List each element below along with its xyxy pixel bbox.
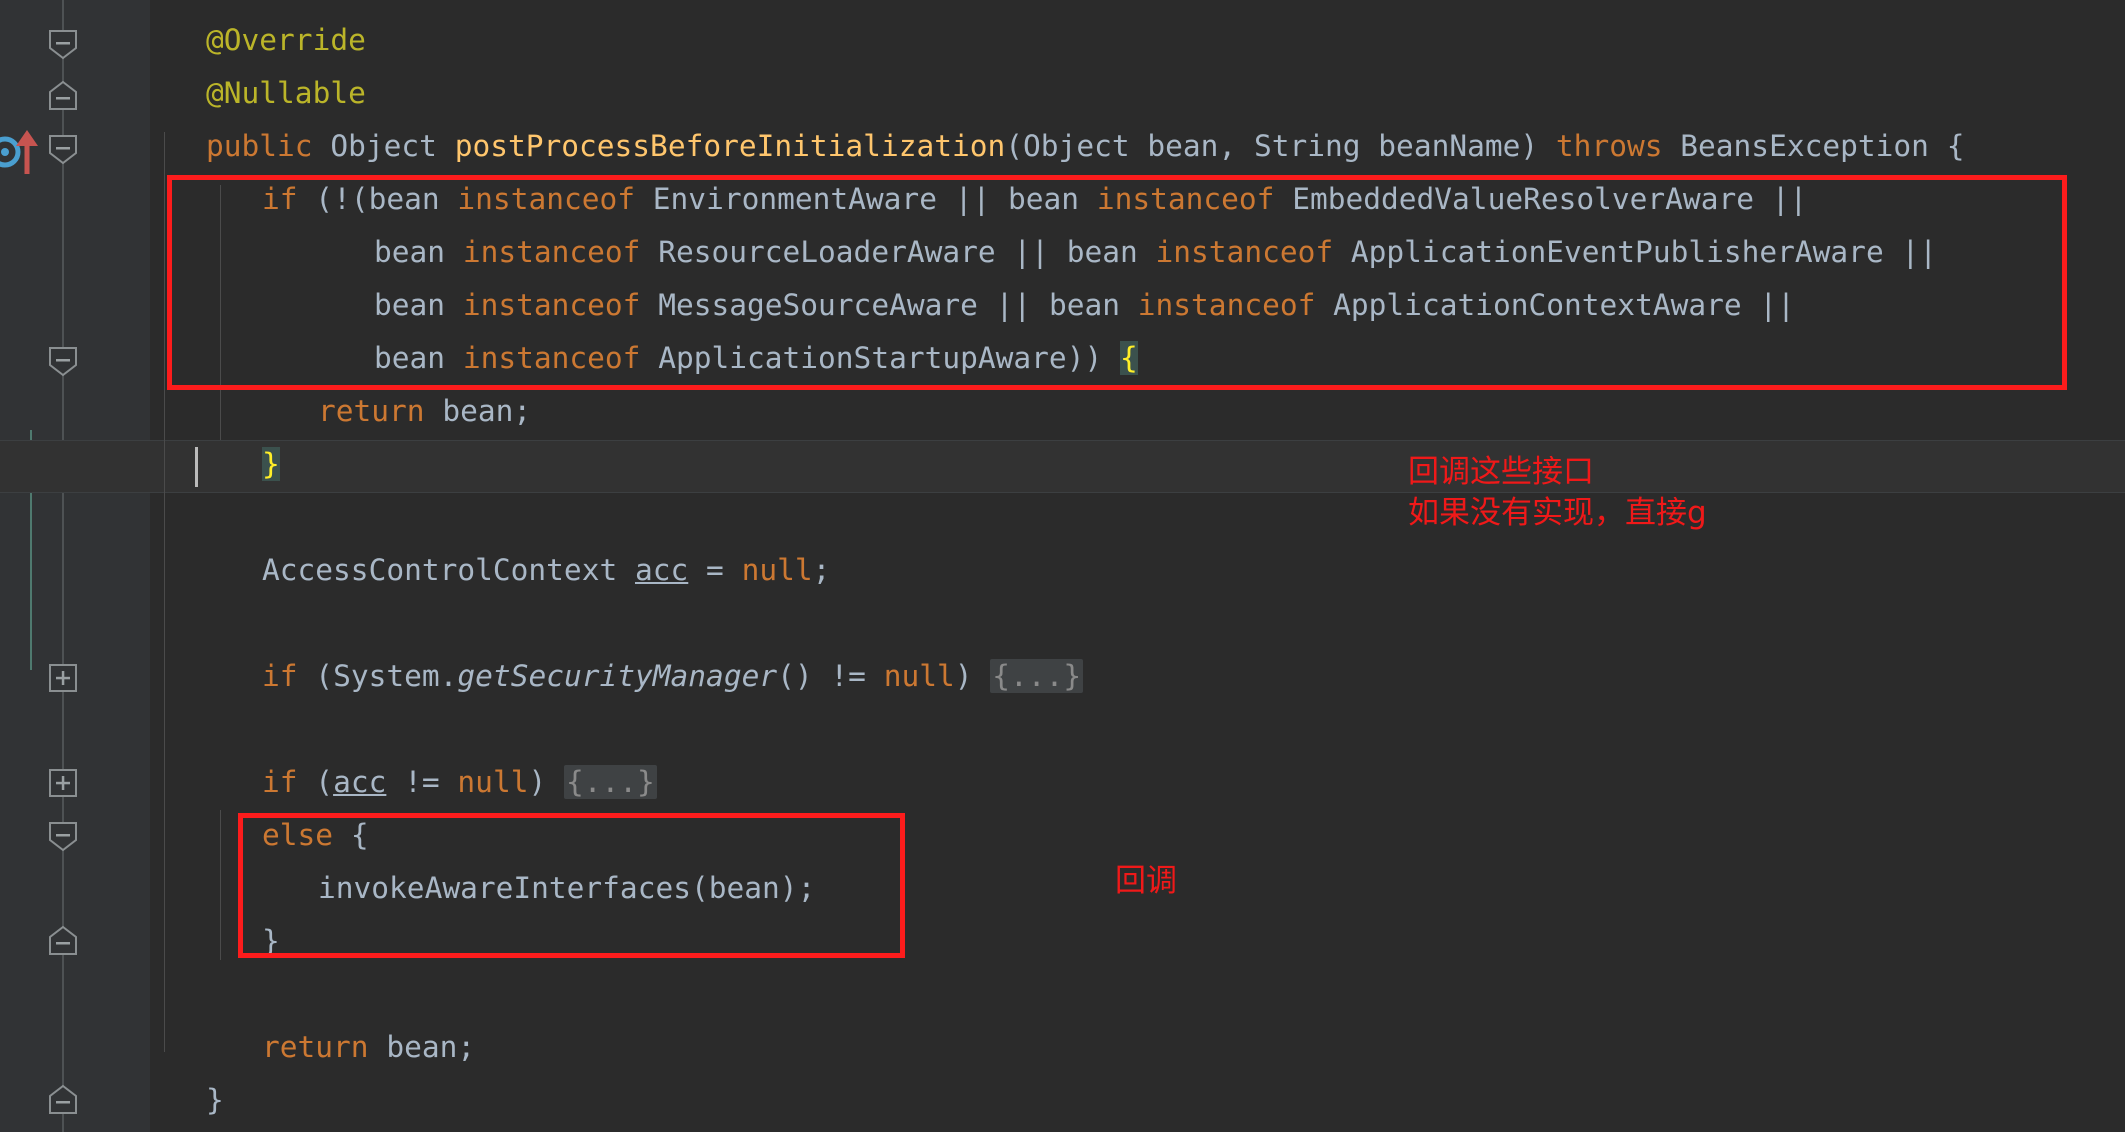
code-line-text: return bean; xyxy=(262,1030,476,1064)
code-line-text: @Override xyxy=(206,23,366,57)
code-line[interactable]: } xyxy=(150,438,2125,491)
code-line[interactable] xyxy=(150,968,2125,1021)
callback-interfaces-note-line-1: 回调这些接口 xyxy=(1408,454,1594,490)
code-editor-area[interactable]: @Override @Nullable public Object postProc… xyxy=(0,0,2125,1132)
code-line-text: return bean; xyxy=(318,394,532,428)
code-line-text: } xyxy=(262,924,280,958)
callback-interfaces-note-line-2: 如果没有实现，直接g xyxy=(1408,495,1707,531)
code-line[interactable]: if (acc != null) {...} xyxy=(150,756,2125,809)
code-line-text: else { xyxy=(262,818,369,852)
code-line[interactable] xyxy=(150,491,2125,544)
code-line[interactable]: } xyxy=(150,1074,2125,1127)
text-caret xyxy=(195,447,198,487)
matched-brace: } xyxy=(262,447,280,481)
code-line[interactable]: } xyxy=(150,915,2125,968)
callback-note-line-1: 回调 xyxy=(1115,863,1177,899)
fold-start-override-marker[interactable] xyxy=(47,28,79,60)
code-line[interactable]: else { xyxy=(150,809,2125,862)
code-line-text: bean instanceof ResourceLoaderAware || b… xyxy=(374,235,1938,269)
code-line-text: if (System.getSecurityManager() != null)… xyxy=(262,659,1084,693)
matched-brace: { xyxy=(1119,341,1138,375)
editor-gutter[interactable] xyxy=(0,0,150,1132)
code-line-text: public Object postProcessBeforeInitializ… xyxy=(206,129,1965,163)
code-line[interactable]: bean instanceof MessageSourceAware || be… xyxy=(150,279,2125,332)
fold-end-annotations-marker[interactable] xyxy=(47,80,79,112)
code-line-text: } xyxy=(262,438,280,491)
fold-collapsed-acc-marker[interactable] xyxy=(47,767,79,799)
code-line[interactable]: if (!(bean instanceof EnvironmentAware |… xyxy=(150,173,2125,226)
code-line[interactable]: public Object postProcessBeforeInitializ… xyxy=(150,120,2125,173)
idea-editor-window: @Override @Nullable public Object postProc… xyxy=(0,0,2125,1132)
code-line[interactable] xyxy=(150,597,2125,650)
code-line-text: @Nullable xyxy=(206,76,366,110)
code-line[interactable]: bean instanceof ApplicationStartupAware)… xyxy=(150,332,2125,385)
callback-note: 回调 xyxy=(1115,861,1177,902)
code-line[interactable]: return bean; xyxy=(150,1021,2125,1074)
collapsed-block-placeholder[interactable]: {...} xyxy=(990,659,1084,693)
fold-collapsed-security-marker[interactable] xyxy=(47,662,79,694)
fold-start-else-marker[interactable] xyxy=(47,820,79,852)
code-line[interactable]: if (System.getSecurityManager() != null)… xyxy=(150,650,2125,703)
fold-end-method-marker[interactable] xyxy=(47,1084,79,1116)
code-line[interactable]: @Nullable xyxy=(150,67,2125,120)
fold-start-if-block-marker[interactable] xyxy=(47,345,79,377)
code-line-text: bean instanceof ApplicationStartupAware)… xyxy=(374,341,1138,375)
fold-end-else-marker[interactable] xyxy=(47,925,79,957)
code-line-text: invokeAwareInterfaces(bean); xyxy=(318,871,816,905)
code-line-text: if (acc != null) {...} xyxy=(262,765,657,799)
code-line-text: bean instanceof MessageSourceAware || be… xyxy=(374,288,1795,322)
fold-start-method-marker[interactable] xyxy=(47,133,79,165)
code-line-text: } xyxy=(206,1083,224,1117)
code-line[interactable]: return bean; xyxy=(150,385,2125,438)
code-line[interactable] xyxy=(150,703,2125,756)
code-line-text: if (!(bean instanceof EnvironmentAware |… xyxy=(262,182,1808,216)
code-line-text: AccessControlContext acc = null; xyxy=(262,553,831,587)
callback-interfaces-note: 回调这些接口如果没有实现，直接g xyxy=(1408,452,1707,534)
collapsed-block-placeholder[interactable]: {...} xyxy=(564,765,657,799)
code-line[interactable]: @Override xyxy=(150,14,2125,67)
code-line[interactable]: AccessControlContext acc = null; xyxy=(150,544,2125,597)
code-line[interactable]: bean instanceof ResourceLoaderAware || b… xyxy=(150,226,2125,279)
